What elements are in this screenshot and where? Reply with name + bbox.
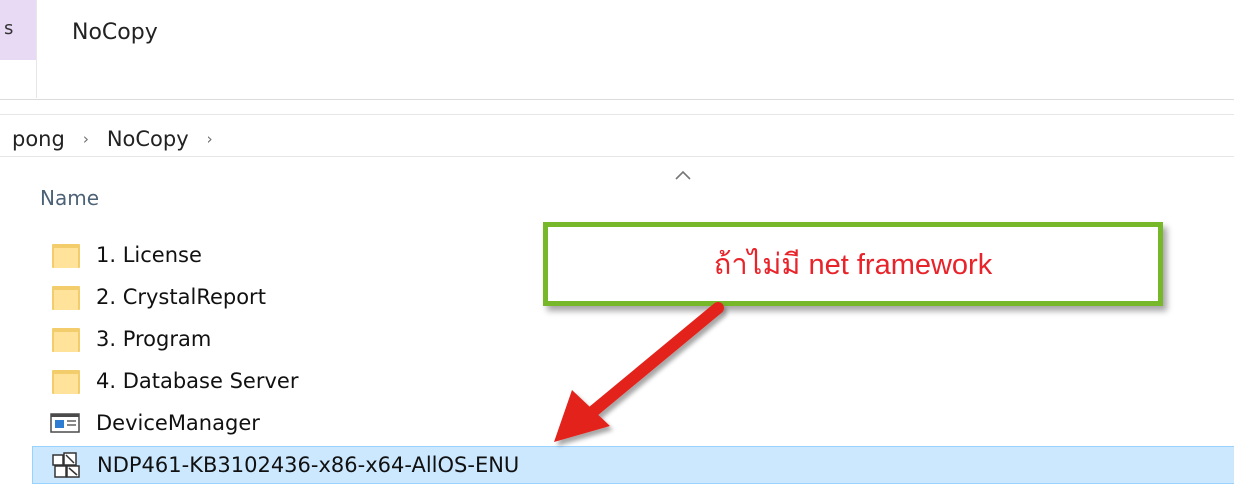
divider	[0, 99, 1234, 100]
app-window-icon	[48, 408, 84, 438]
file-name: 3. Program	[96, 327, 212, 351]
annotation-text: ถ้าไม่มี net framework	[713, 249, 993, 281]
divider	[0, 114, 1234, 115]
folder-icon	[48, 366, 84, 396]
window-title: NoCopy	[72, 20, 158, 45]
divider	[0, 156, 1234, 157]
breadcrumb: pong › NoCopy ›	[6, 124, 225, 154]
title-bar-edge: s	[0, 0, 37, 98]
file-name: NDP461-KB3102436-x86-x64-AllOS-ENU	[97, 453, 520, 477]
installer-icon	[49, 450, 85, 480]
breadcrumb-item-pong[interactable]: pong	[6, 127, 71, 151]
folder-icon	[48, 282, 84, 312]
title-prefix-fragment: s	[4, 18, 14, 39]
file-name: 4. Database Server	[96, 369, 299, 393]
chevron-right-icon[interactable]: ›	[195, 130, 225, 148]
sort-ascending-icon	[675, 170, 691, 180]
file-name: 1. License	[96, 243, 202, 267]
column-header-name[interactable]: Name	[40, 186, 99, 210]
folder-icon	[48, 324, 84, 354]
list-item-installer-selected[interactable]: NDP461-KB3102436-x86-x64-AllOS-ENU	[32, 446, 1234, 484]
file-name: 2. CrystalReport	[96, 285, 266, 309]
arrow-icon	[554, 302, 724, 442]
folder-icon	[48, 240, 84, 270]
chevron-right-icon[interactable]: ›	[71, 130, 101, 148]
file-name: DeviceManager	[96, 411, 260, 435]
breadcrumb-item-nocopy[interactable]: NoCopy	[101, 127, 195, 151]
